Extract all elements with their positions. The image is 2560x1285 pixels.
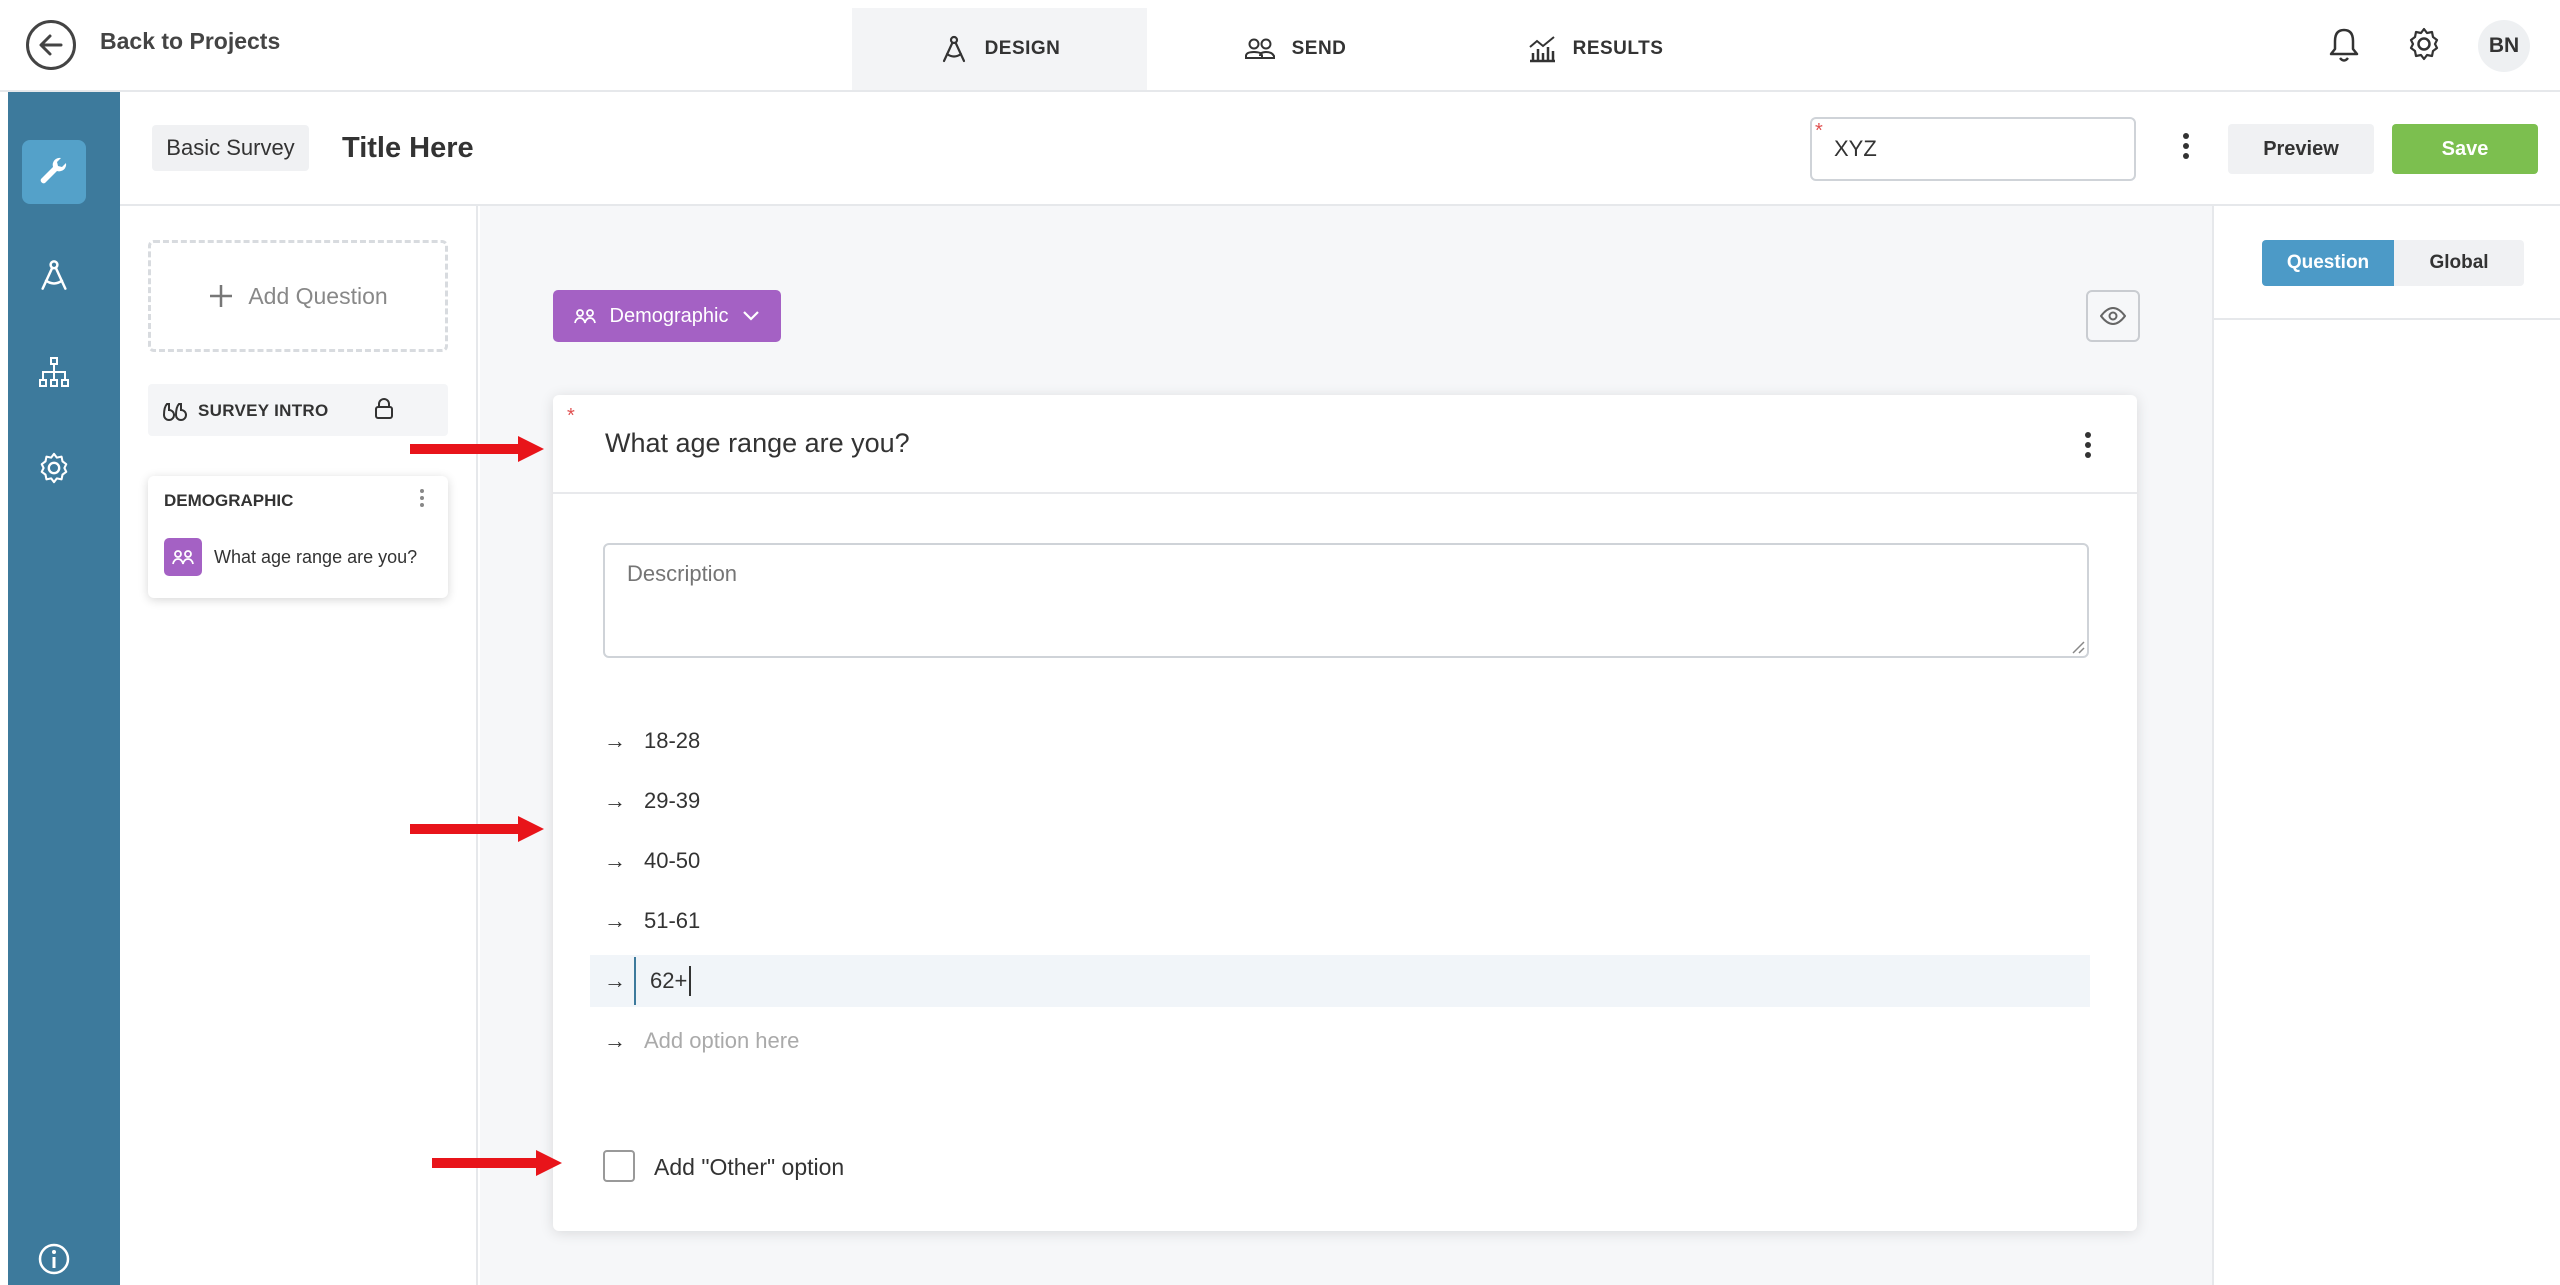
text-caret: [689, 966, 692, 996]
category-dropdown[interactable]: Demographic: [553, 290, 781, 342]
demographic-icon: [573, 307, 596, 325]
gear-icon[interactable]: [34, 448, 74, 488]
option-row[interactable]: → 40-50: [590, 835, 2090, 887]
chevron-down-icon: [742, 310, 760, 322]
other-option-checkbox[interactable]: [603, 1150, 635, 1182]
tab-results[interactable]: RESULTS: [1500, 8, 1690, 90]
chart-icon: [1527, 35, 1557, 63]
survey-title[interactable]: Title Here: [342, 132, 474, 165]
section-title: DEMOGRAPHIC: [164, 491, 294, 510]
required-asterisk: *: [567, 405, 575, 427]
arrow-right-icon: →: [604, 728, 626, 753]
demographic-icon: [164, 538, 202, 576]
back-arrow-icon[interactable]: [26, 20, 76, 70]
survey-type-badge[interactable]: Basic Survey: [152, 125, 309, 171]
tab-results-label: RESULTS: [1572, 38, 1664, 59]
resize-handle-icon[interactable]: [2071, 640, 2085, 654]
category-label: Demographic: [609, 304, 729, 327]
tab-question[interactable]: Question: [2262, 240, 2394, 286]
arrow-right-icon: →: [604, 788, 626, 813]
option-label[interactable]: 18-28: [644, 728, 700, 754]
option-label[interactable]: 62+: [650, 968, 687, 994]
survey-code-field[interactable]: [1810, 117, 2136, 181]
lock-icon: [374, 398, 394, 420]
add-option-placeholder[interactable]: Add option here: [644, 1028, 799, 1054]
question-list-panel: [120, 206, 478, 1285]
tab-design-label: DESIGN: [984, 38, 1061, 59]
save-button[interactable]: Save: [2392, 124, 2538, 174]
avatar[interactable]: BN: [2478, 20, 2530, 72]
compass-icon: [939, 34, 969, 64]
option-row[interactable]: → 29-39: [590, 775, 2090, 827]
bell-icon[interactable]: [2327, 26, 2361, 64]
more-options-icon[interactable]: [2176, 126, 2196, 166]
text-cursor: [634, 957, 636, 1005]
add-option-row[interactable]: → Add option here: [590, 1015, 2090, 1067]
annotation-arrow-icon: [410, 434, 546, 464]
tab-send[interactable]: SEND: [1210, 8, 1380, 90]
annotation-arrow-icon: [432, 1148, 564, 1178]
arrow-right-icon: →: [604, 908, 626, 933]
divider: [553, 492, 2137, 494]
option-label[interactable]: 29-39: [644, 788, 700, 814]
add-question-button[interactable]: Add Question: [148, 240, 448, 352]
required-asterisk: *: [1815, 120, 1823, 142]
option-label[interactable]: 51-61: [644, 908, 700, 934]
question-more-icon[interactable]: [2078, 425, 2098, 465]
plus-icon: [208, 283, 234, 309]
compass-icon[interactable]: [34, 255, 74, 295]
arrow-right-icon: →: [604, 1028, 626, 1053]
other-option-label: Add "Other" option: [654, 1154, 845, 1180]
option-row[interactable]: → 51-61: [590, 895, 2090, 947]
option-row-active[interactable]: → 62+: [590, 955, 2090, 1007]
question-title[interactable]: What age range are you?: [605, 428, 910, 459]
gear-icon[interactable]: [2406, 26, 2442, 62]
description-field[interactable]: [603, 543, 2089, 658]
info-icon[interactable]: [34, 1239, 74, 1279]
tab-design[interactable]: DESIGN: [852, 8, 1147, 90]
settings-panel: [2212, 206, 2560, 1285]
option-row[interactable]: → 18-28: [590, 715, 2090, 767]
question-list-item[interactable]: What age range are you?: [214, 547, 417, 568]
wrench-icon[interactable]: [22, 140, 86, 204]
add-question-label: Add Question: [248, 282, 388, 309]
arrow-right-icon: →: [604, 848, 626, 873]
eye-icon[interactable]: [2086, 290, 2140, 342]
divider: [2214, 318, 2560, 320]
sitemap-icon[interactable]: [34, 352, 74, 392]
section-more-icon[interactable]: [416, 486, 428, 510]
quote-icon: [162, 401, 188, 421]
option-label[interactable]: 40-50: [644, 848, 700, 874]
preview-button[interactable]: Preview: [2228, 124, 2374, 174]
back-to-projects-link[interactable]: Back to Projects: [100, 28, 280, 55]
annotation-arrow-icon: [410, 814, 546, 844]
survey-intro-label: SURVEY INTRO: [198, 401, 329, 420]
users-icon: [1244, 36, 1276, 62]
tab-global[interactable]: Global: [2394, 240, 2524, 286]
tab-send-label: SEND: [1291, 38, 1347, 59]
arrow-right-icon: →: [604, 968, 626, 993]
